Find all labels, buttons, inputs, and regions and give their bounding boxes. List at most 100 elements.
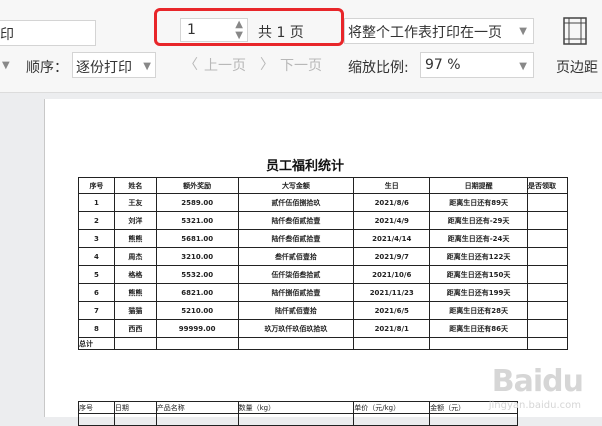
next-page-label: 下一页 — [280, 58, 322, 74]
table-cell: 陆仟捌佰贰拾壹 — [237, 283, 355, 302]
table-cell: 熊熊 — [113, 229, 157, 248]
table-cell: 猫猫 — [113, 301, 157, 320]
table-cell: 2021/8/1 — [353, 319, 431, 338]
table-cell: 产品名称 — [155, 401, 239, 414]
table-cell: 3 — [78, 229, 115, 248]
print-mode-value: 印 — [0, 27, 14, 43]
table-row: 7 猫猫 5210.00 陆仟贰佰壹拾 2021/6/5 距离生日还有28天 — [78, 301, 568, 320]
chevron-down-icon: ▼ — [519, 61, 527, 72]
preview-page: 员工福利统计 序号 姓名 额外奖励 大写金额 生日 日期提醒 是否领取 1 王友 2589.00 贰… — [44, 99, 602, 426]
table-cell: 距离生日还有89天 — [429, 193, 528, 212]
order-value: 逐份打印 — [76, 60, 132, 76]
table-cell — [527, 301, 568, 320]
table-row: 4 周杰 3210.00 叁仟贰佰壹拾 2021/9/7 距离生日还有122天 — [78, 247, 568, 266]
prev-page-button[interactable]: 〈 上一页 — [184, 54, 254, 74]
table-cell: 距离生日还有-29天 — [429, 211, 528, 230]
table-cell: 1 — [78, 193, 115, 212]
table-cell: 5210.00 — [155, 301, 239, 320]
table-cell — [527, 283, 568, 302]
table-cell: 5 — [78, 265, 115, 284]
table-cell: 2021/11/23 — [353, 283, 431, 302]
print-mode-select[interactable]: 印 — [0, 20, 96, 46]
zoom-label: 缩放比例: — [348, 60, 409, 76]
table-cell — [113, 337, 157, 350]
table-cell: 6 — [78, 283, 115, 302]
table-cell: 2021/6/5 — [353, 301, 431, 320]
table-cell: 王友 — [113, 193, 157, 212]
prev-page-label: 上一页 — [204, 58, 246, 74]
table-cell: 2589.00 — [155, 193, 239, 212]
table-cell: 距离生日还有28天 — [429, 301, 528, 320]
table-cell: 周杰 — [113, 247, 157, 266]
table-cell: 2021/4/14 — [353, 229, 431, 248]
page-number-input[interactable]: 1 ▲ ▼ — [180, 18, 248, 42]
table-cell: 2 — [78, 211, 115, 230]
next-page-button[interactable]: 〉 下一页 — [260, 54, 330, 74]
table-cell — [527, 193, 568, 212]
table-cell: 额外奖励 — [155, 177, 239, 194]
chevron-left-icon: 〈 — [184, 57, 198, 73]
table-cell — [527, 229, 568, 248]
table-cell: 99999.00 — [155, 319, 239, 338]
spin-up-icon[interactable]: ▲ — [235, 19, 243, 30]
table-cell — [78, 413, 115, 426]
order-select[interactable]: 逐份打印 ▼ — [72, 52, 156, 78]
table-cell — [155, 413, 239, 426]
table-cell: 陆仟贰佰壹拾 — [237, 301, 355, 320]
table-row: 1 王友 2589.00 贰仟伍佰捌拾玖 2021/8/6 距离生日还有89天 — [78, 193, 568, 212]
table-total-row: 总计 — [78, 337, 568, 350]
fit-to-page-value: 将整个工作表打印在一页 — [348, 25, 502, 41]
table-cell: 日期 — [113, 401, 157, 414]
fit-to-page-select[interactable]: 将整个工作表打印在一页 ▼ — [344, 18, 534, 44]
sales-table: 序号 日期 产品名称 数量（kg） 单价（元/kg） 金额（元） — [78, 401, 518, 426]
print-preview-toolbar: 印 1 ▲ ▼ 共 1 页 将整个工作表打印在一页 ▼ 页边距 ▼ 顺序： 逐份… — [0, 0, 602, 93]
table-cell: 姓名 — [113, 177, 157, 194]
table-cell — [527, 211, 568, 230]
table-cell — [353, 413, 431, 426]
table-cell — [237, 413, 355, 426]
table-header-row: 序号 姓名 额外奖励 大写金额 生日 日期提醒 是否领取 — [78, 177, 568, 194]
table-cell: 陆仟叁佰贰拾壹 — [237, 211, 355, 230]
order-label: 顺序： — [26, 60, 68, 76]
table-cell: 西西 — [113, 319, 157, 338]
table-cell: 距离生日还有150天 — [429, 265, 528, 284]
table-cell: 大写金额 — [237, 177, 355, 194]
table-cell: 5532.00 — [155, 265, 239, 284]
chevron-down-icon: ▼ — [519, 26, 527, 37]
table-cell: 陆仟叁佰贰拾壹 — [237, 229, 355, 248]
chevron-right-icon: 〉 — [260, 57, 274, 73]
table-cell: 伍仟柒佰叁拾贰 — [237, 265, 355, 284]
table-cell — [353, 337, 431, 350]
table-cell: 7 — [78, 301, 115, 320]
table-cell: 是否领取 — [527, 177, 568, 194]
table-row: 5 格格 5532.00 伍仟柒佰叁拾贰 2021/10/6 距离生日还有150天 — [78, 265, 568, 284]
spin-down-icon[interactable]: ▼ — [235, 30, 243, 41]
table-cell: 5681.00 — [155, 229, 239, 248]
baidu-watermark-url: jingyan.baidu.com — [488, 400, 581, 411]
welfare-table: 序号 姓名 额外奖励 大写金额 生日 日期提醒 是否领取 1 王友 2589.00 贰仟伍佰捌拾玖 2… — [78, 177, 568, 350]
table-cell: 3210.00 — [155, 247, 239, 266]
page-total: 共 1 页 — [258, 25, 304, 41]
page-margin-button[interactable]: 页边距 — [552, 16, 602, 80]
page-number-value: 1 — [187, 22, 196, 38]
chevron-down-icon[interactable]: ▼ — [2, 60, 10, 71]
table-cell: 序号 — [78, 177, 115, 194]
table-cell: 玖万玖仟玖佰玖拾玖 — [237, 319, 355, 338]
table-row: 6 熊熊 6821.00 陆仟捌佰贰拾壹 2021/11/23 距离生日还有199天 — [78, 283, 568, 302]
table-cell — [527, 319, 568, 338]
zoom-value: 97 % — [425, 57, 461, 73]
zoom-select[interactable]: 97 % ▼ — [420, 52, 534, 78]
table-cell: 距离生日还有-24天 — [429, 229, 528, 248]
table-cell: 单价（元/kg） — [353, 401, 431, 414]
page-margin-icon — [563, 17, 587, 45]
table-cell: 2021/10/6 — [353, 265, 431, 284]
sheet-title: 员工福利统计 — [265, 159, 344, 174]
table-cell — [429, 413, 518, 426]
table-cell: 距离生日还有122天 — [429, 247, 528, 266]
table-cell: 序号 — [78, 401, 115, 414]
table-cell: 6821.00 — [155, 283, 239, 302]
table-cell: 5321.00 — [155, 211, 239, 230]
table-cell: 总计 — [78, 337, 115, 350]
table-cell: 2021/9/7 — [353, 247, 431, 266]
chevron-down-icon: ▼ — [143, 61, 151, 72]
